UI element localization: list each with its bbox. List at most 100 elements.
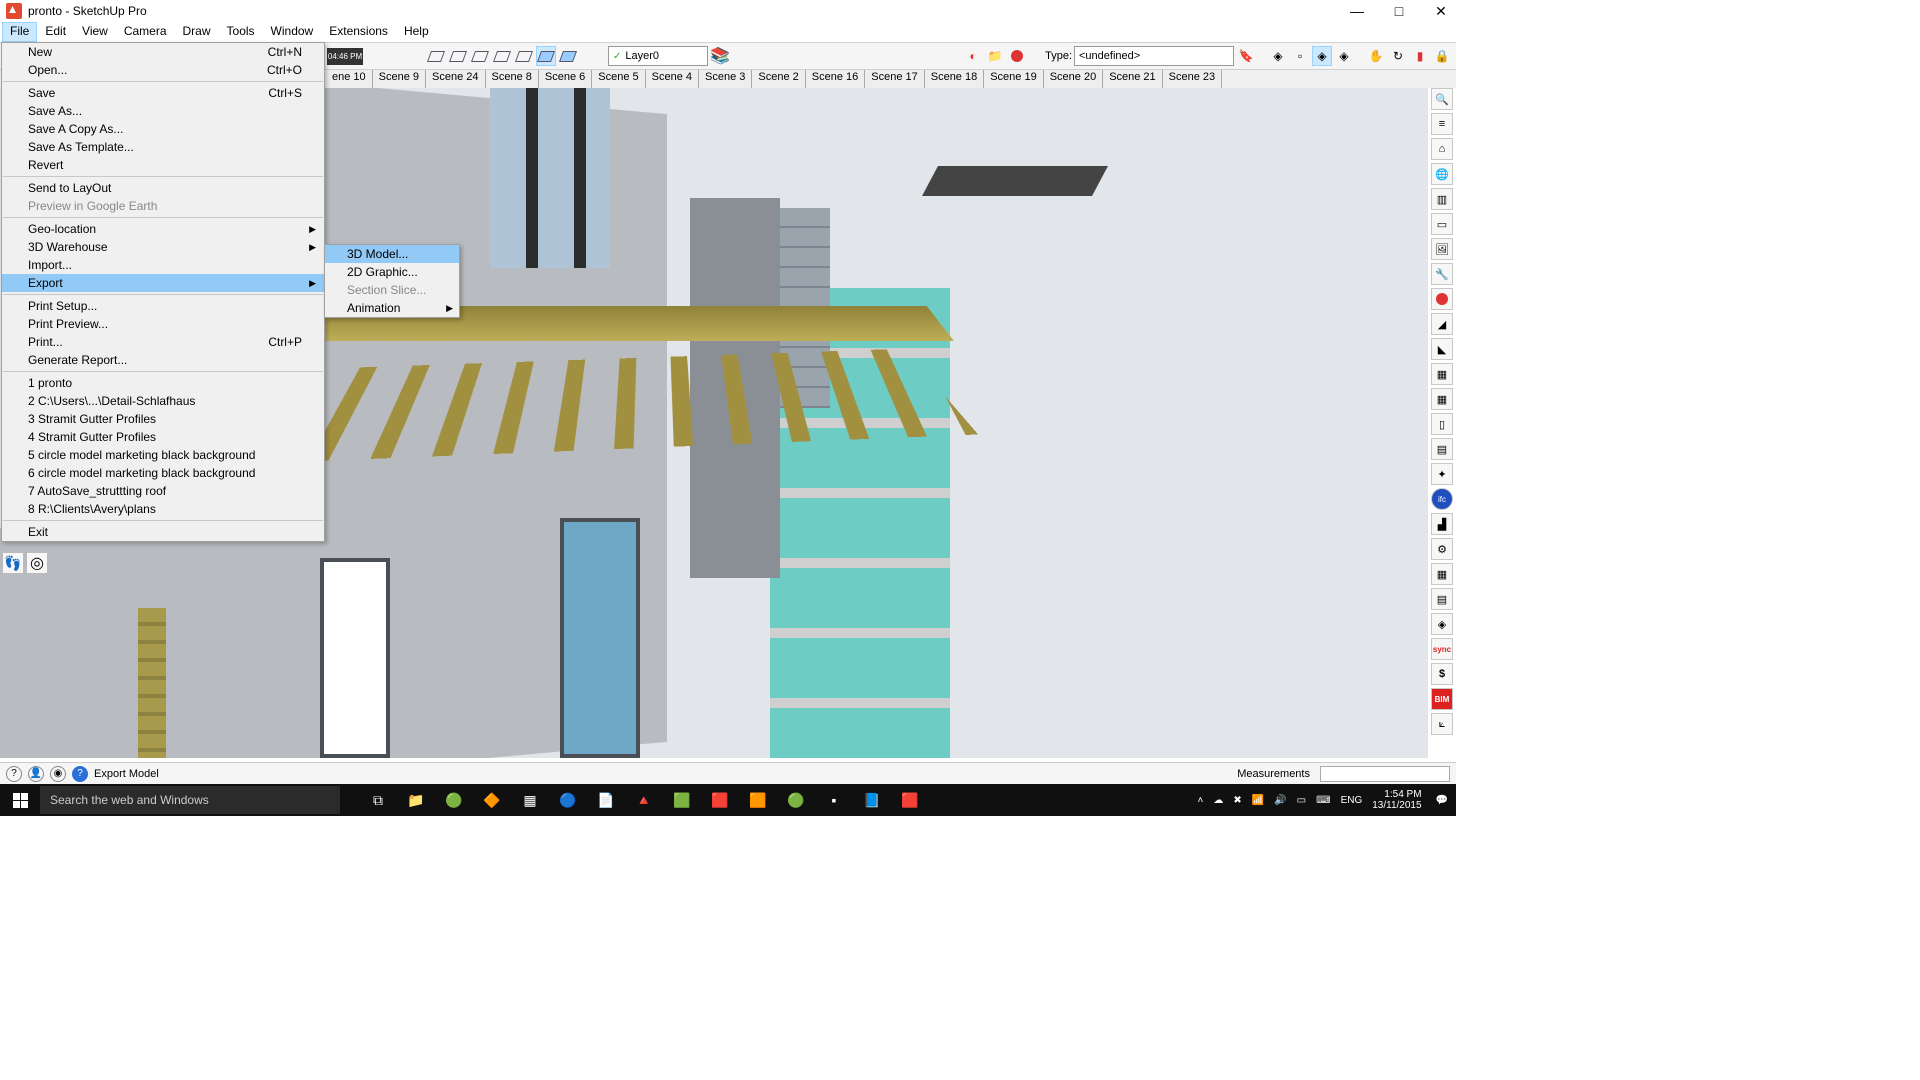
file-exit[interactable]: Exit <box>2 523 324 541</box>
task-view-icon[interactable]: ⧉ <box>360 784 396 816</box>
file-print-preview[interactable]: Print Preview... <box>2 315 324 333</box>
earth-icon[interactable]: 🌐 <box>1431 163 1453 185</box>
file-recent-7[interactable]: 7 AutoSave_struttting roof <box>2 482 324 500</box>
file-open[interactable]: Open...Ctrl+O <box>2 61 324 79</box>
file-layout[interactable]: Send to LayOut <box>2 179 324 197</box>
file-save-template[interactable]: Save As Template... <box>2 138 324 156</box>
task-sketchup2-icon[interactable]: 🟥 <box>892 784 928 816</box>
layer-dropdown[interactable]: Layer0 <box>608 46 708 66</box>
menu-extensions[interactable]: Extensions <box>321 22 396 42</box>
scene-tab[interactable]: ene 10 <box>326 70 373 88</box>
scene-tab[interactable]: Scene 3 <box>699 70 752 88</box>
task-sheets-icon[interactable]: 🟩 <box>664 784 700 816</box>
shadow-time[interactable]: 04:46 PM <box>327 48 363 65</box>
task-app4-icon[interactable]: ▪ <box>816 784 852 816</box>
close-button[interactable]: ✕ <box>1432 2 1450 20</box>
scene-tab[interactable]: Scene 2 <box>752 70 805 88</box>
scene-tab[interactable]: Scene 17 <box>865 70 924 88</box>
wall-icon[interactable]: ▥ <box>1431 188 1453 210</box>
task-drive-icon[interactable]: 🔺 <box>626 784 662 816</box>
file-recent-6[interactable]: 6 circle model marketing black backgroun… <box>2 464 324 482</box>
line-icon[interactable]: ▤ <box>1431 588 1453 610</box>
export-2d-graphic[interactable]: 2D Graphic... <box>325 263 459 281</box>
photo-icon[interactable]: 🖼 <box>1431 238 1453 260</box>
file-save[interactable]: SaveCtrl+S <box>2 84 324 102</box>
tray-wifi-icon[interactable]: 📶 <box>1252 795 1264 806</box>
tag-icon[interactable]: 🔖 <box>1236 46 1256 66</box>
menu-camera[interactable]: Camera <box>116 22 175 42</box>
folder-icon[interactable]: 📁 <box>985 46 1005 66</box>
scene-tab[interactable]: Scene 5 <box>592 70 645 88</box>
tray-chevron-icon[interactable]: ˄ <box>1198 795 1204 806</box>
style-back-icon[interactable] <box>558 46 578 66</box>
tray-keyboard-icon[interactable]: ⌨ <box>1316 795 1330 806</box>
stack-icon[interactable]: ▤ <box>1431 438 1453 460</box>
file-export[interactable]: Export▶ <box>2 274 324 292</box>
maximize-button[interactable]: □ <box>1390 2 1408 20</box>
scene-tab[interactable]: Scene 16 <box>806 70 865 88</box>
status-user-icon[interactable]: 👤 <box>28 766 44 782</box>
file-print[interactable]: Print...Ctrl+P <box>2 333 324 351</box>
task-chrome-icon[interactable]: 🟢 <box>436 784 472 816</box>
box-tool-icon[interactable]: ◈ <box>1431 613 1453 635</box>
search-icon[interactable]: 🔍 <box>1431 88 1453 110</box>
style-texture-icon[interactable] <box>514 46 534 66</box>
camera-icon[interactable] <box>1007 46 1027 66</box>
task-app5-icon[interactable]: 📘 <box>854 784 890 816</box>
layer-manager-icon[interactable]: 📚 <box>710 46 730 66</box>
sync-icon[interactable]: sync <box>1431 638 1453 660</box>
menu-view[interactable]: View <box>74 22 116 42</box>
rotate-icon[interactable]: ↻ <box>1388 46 1408 66</box>
file-save-as[interactable]: Save As... <box>2 102 324 120</box>
scene-tab[interactable]: Scene 18 <box>925 70 984 88</box>
scene-tab[interactable]: Scene 9 <box>373 70 426 88</box>
menu-help[interactable]: Help <box>396 22 437 42</box>
file-new[interactable]: NewCtrl+N <box>2 43 324 61</box>
tray-cloud-icon[interactable]: ☁ <box>1213 795 1223 806</box>
paint-icon[interactable]: ▮ <box>1410 46 1430 66</box>
scene-tab[interactable]: Scene 6 <box>539 70 592 88</box>
hand-icon[interactable]: ✋ <box>1366 46 1386 66</box>
cube-blue-icon[interactable]: ◈ <box>1312 46 1332 66</box>
task-app3-icon[interactable]: 🟢 <box>778 784 814 816</box>
file-revert[interactable]: Revert <box>2 156 324 174</box>
style-hidden-icon[interactable] <box>448 46 468 66</box>
scene-tab[interactable]: Scene 8 <box>486 70 539 88</box>
tray-clock[interactable]: 1:54 PM 13/11/2015 <box>1372 789 1425 811</box>
task-sketchup-icon[interactable]: 🟥 <box>702 784 738 816</box>
file-report[interactable]: Generate Report... <box>2 351 324 369</box>
minimize-button[interactable]: — <box>1348 2 1366 20</box>
door-icon[interactable]: ▯ <box>1431 413 1453 435</box>
file-recent-8[interactable]: 8 R:\Clients\Avery\plans <box>2 500 324 518</box>
scene-tab[interactable]: Scene 24 <box>426 70 485 88</box>
measurements-input[interactable] <box>1320 766 1450 782</box>
dollar-icon[interactable]: $ <box>1431 663 1453 685</box>
status-info-icon[interactable]: ? <box>6 766 22 782</box>
cube-icon[interactable]: ◈ <box>1334 46 1354 66</box>
task-explorer-icon[interactable]: 📁 <box>398 784 434 816</box>
menu-edit[interactable]: Edit <box>37 22 74 42</box>
menu-window[interactable]: Window <box>263 22 322 42</box>
orbit-icon[interactable]: ◎ <box>26 552 48 574</box>
file-geo[interactable]: Geo-location▶ <box>2 220 324 238</box>
file-save-copy[interactable]: Save A Copy As... <box>2 120 324 138</box>
edge-icon[interactable]: ◢ <box>1431 313 1453 335</box>
scene-tab[interactable]: Scene 19 <box>984 70 1043 88</box>
comp2-icon[interactable]: ▦ <box>1431 388 1453 410</box>
bim-icon[interactable]: BIM <box>1431 688 1453 710</box>
tray-notifications-icon[interactable]: 💬 <box>1436 795 1448 806</box>
file-warehouse[interactable]: 3D Warehouse▶ <box>2 238 324 256</box>
export-animation[interactable]: Animation▶ <box>325 299 459 317</box>
select-icon[interactable]: ▭ <box>1431 213 1453 235</box>
file-recent-2[interactable]: 2 C:\Users\...\Detail-Schlafhaus <box>2 392 324 410</box>
wrench-icon[interactable]: 🔧 <box>1431 263 1453 285</box>
task-app1-icon[interactable]: 🔶 <box>474 784 510 816</box>
menu-draw[interactable]: Draw <box>175 22 219 42</box>
menu-file[interactable]: File <box>2 22 37 42</box>
tray-volume-icon[interactable]: 🔊 <box>1274 795 1286 806</box>
menu-tools[interactable]: Tools <box>219 22 263 42</box>
task-g-icon[interactable]: 🟧 <box>740 784 776 816</box>
record-icon[interactable] <box>1431 288 1453 310</box>
file-recent-3[interactable]: 3 Stramit Gutter Profiles <box>2 410 324 428</box>
tray-lang[interactable]: ENG <box>1341 795 1363 806</box>
